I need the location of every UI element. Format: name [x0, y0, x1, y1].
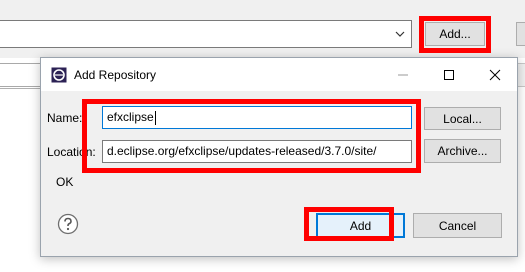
cancel-button[interactable]: Cancel [413, 213, 502, 238]
work-with-combo[interactable] [0, 20, 412, 48]
highlight-add-button [304, 207, 394, 241]
eclipse-icon [51, 67, 67, 83]
chevron-down-icon[interactable] [393, 24, 407, 44]
archive-button[interactable]: Archive... [424, 139, 501, 163]
help-icon[interactable] [57, 213, 79, 235]
dialog-titlebar: Add Repository [41, 58, 517, 91]
manage-button-partial[interactable] [516, 22, 525, 46]
name-label: Name: [47, 111, 83, 125]
close-icon[interactable] [473, 62, 517, 88]
status-message: OK [56, 175, 74, 189]
divider [0, 88, 40, 89]
dialog-title: Add Repository [74, 68, 157, 82]
minimize-icon[interactable] [381, 62, 425, 88]
highlight-name-location [82, 99, 421, 173]
maximize-icon[interactable] [427, 62, 471, 88]
highlight-add-site [419, 16, 491, 53]
local-button[interactable]: Local... [424, 107, 501, 130]
